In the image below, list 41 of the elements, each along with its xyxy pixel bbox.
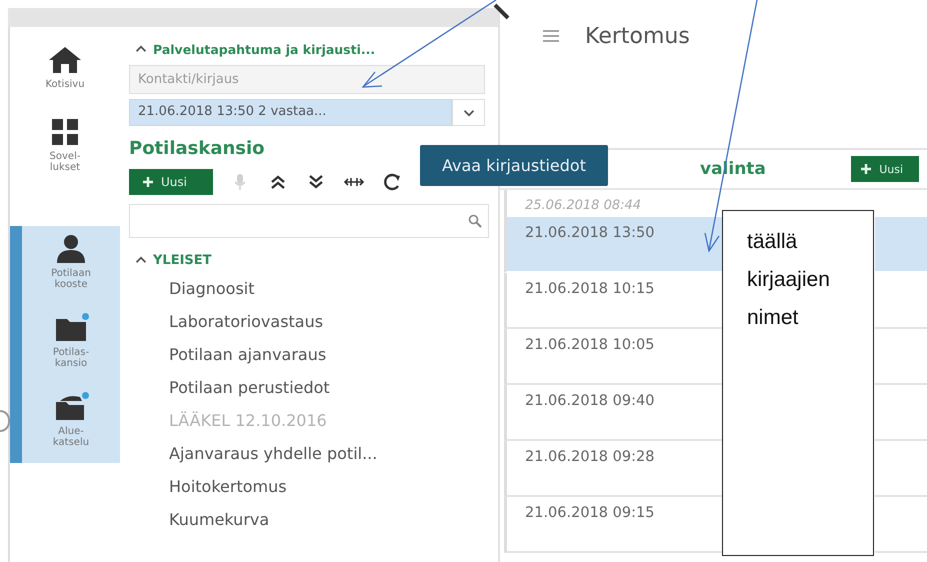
plus-icon: [861, 164, 872, 174]
nav-label: Potilaan kooste: [50, 268, 92, 290]
nav-label: Potilas-kansio: [52, 346, 90, 370]
contact-field[interactable]: Kontakti/kirjaus: [129, 65, 485, 94]
nav-item-highlighted[interactable]: Alue-katselu: [10, 384, 120, 462]
tree-item[interactable]: Potilaan perustiedot: [129, 371, 498, 404]
dropdown-button[interactable]: [452, 99, 485, 126]
nav-label: Kotisivu: [44, 79, 86, 90]
record-select[interactable]: 21.06.2018 13:50 2 vastaa...: [129, 99, 452, 126]
nav-item[interactable]: Sovel-lukset: [10, 112, 120, 182]
nav-item-highlighted[interactable]: Potilas-kansio: [10, 304, 120, 384]
chevron-down-icon: [462, 108, 474, 116]
plus-icon: [143, 177, 153, 187]
nav-label: Sovel-lukset: [48, 150, 82, 174]
section-title[interactable]: Palvelutapahtuma ja kirjausti...: [153, 42, 376, 56]
search-field[interactable]: [129, 204, 489, 238]
caret-up-icon[interactable]: [135, 45, 147, 53]
tree-item[interactable]: Hoitokertomus: [129, 470, 498, 503]
tree-item[interactable]: Kuumekurva: [129, 503, 498, 536]
new-button[interactable]: Uusi: [129, 169, 213, 195]
pencil-icon: [494, 4, 510, 20]
person-icon: [54, 234, 88, 264]
tree-item[interactable]: Ajanvaraus yhdelle potil...: [129, 437, 498, 470]
nav-label: Alue-katselu: [52, 426, 90, 448]
new-button[interactable]: Uusi: [851, 156, 919, 182]
tree-item[interactable]: Potilaan ajanvaraus: [129, 338, 498, 371]
panel-title: Potilaskansio: [129, 138, 266, 161]
menu-icon[interactable]: [543, 30, 559, 42]
nav-item[interactable]: Kotisivu: [10, 41, 120, 98]
record-row[interactable]: 21.06.2018 13:50: [504, 217, 722, 273]
search-icon: [468, 214, 482, 228]
caret-up-icon[interactable]: [135, 256, 147, 264]
main-title: Kertomus: [585, 24, 690, 48]
collapse-handle[interactable]: [0, 410, 10, 432]
tree-item[interactable]: Diagnoosit: [129, 272, 498, 305]
group-title[interactable]: YLEISET: [153, 252, 212, 268]
annotation-callout: täällä kirjaajien nimet: [722, 210, 874, 556]
nav-item-highlighted[interactable]: Potilaan kooste: [10, 226, 120, 304]
tooltip: Avaa kirjaustiedot: [420, 145, 608, 186]
tree-item[interactable]: Laboratoriovastaus: [129, 305, 498, 338]
home-icon: [48, 45, 82, 75]
